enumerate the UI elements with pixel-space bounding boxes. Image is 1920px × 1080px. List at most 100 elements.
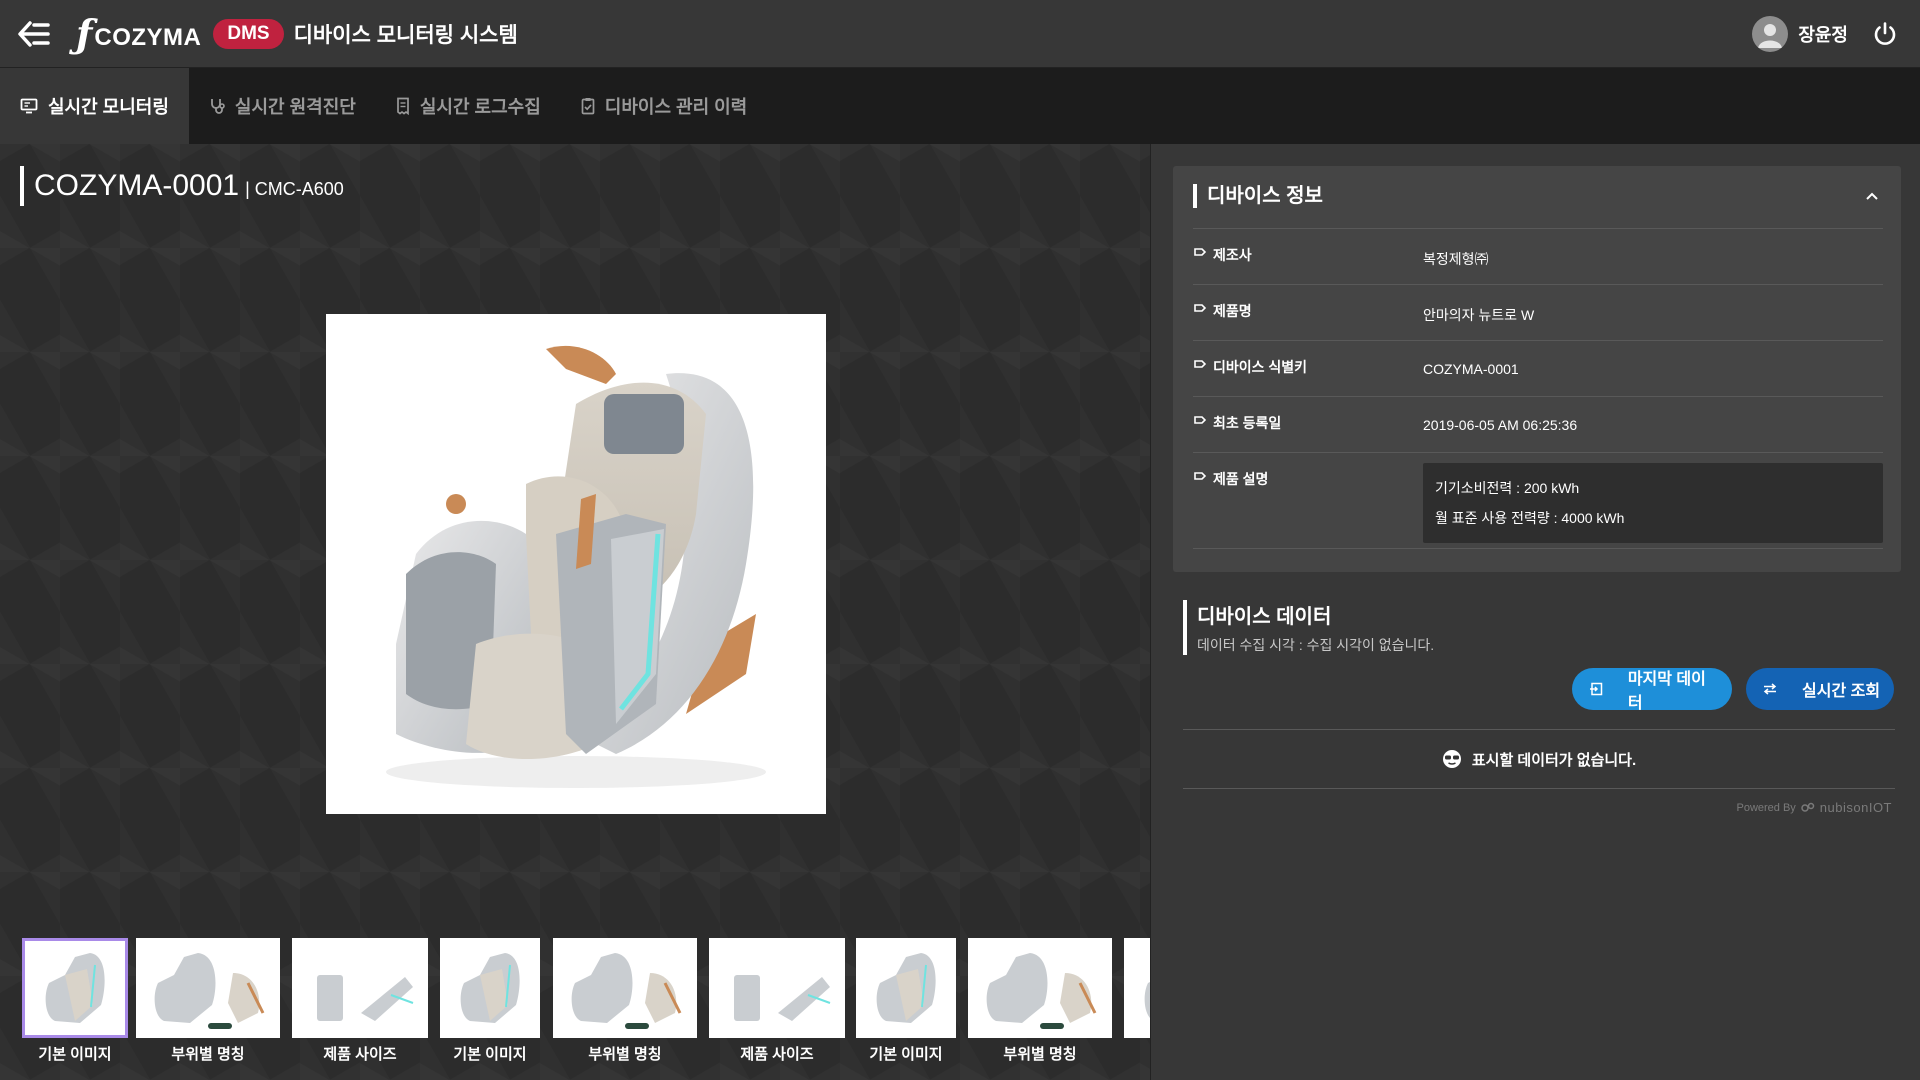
info-key-label: 제품 설명 xyxy=(1213,471,1269,487)
thumbnail-image xyxy=(22,938,128,1038)
powered-by: Powered By nubisonIOT xyxy=(1736,800,1892,815)
logo-mark-icon: ƒ xyxy=(76,10,93,56)
thumbnail-label: 부위별 명칭 xyxy=(171,1046,245,1063)
massage-chair-image xyxy=(386,345,766,788)
tab-log-collection[interactable]: 실시간 로그수집 xyxy=(376,68,561,144)
info-key-label: 디바이스 식별키 xyxy=(1213,359,1308,375)
data-action-buttons: 마지막 데이터 실시간 조회 xyxy=(1572,668,1894,712)
tab-device-history[interactable]: 디바이스 관리 이력 xyxy=(561,68,767,144)
info-key: 제품명 xyxy=(1193,285,1423,340)
info-key: 디바이스 식별키 xyxy=(1193,341,1423,396)
sunglasses-face-icon xyxy=(1442,750,1461,768)
tab-label: 디바이스 관리 이력 xyxy=(604,97,748,117)
import-icon xyxy=(1582,675,1610,703)
chevron-up-icon[interactable] xyxy=(1861,186,1883,208)
thumbnail-item[interactable]: 부위별 명칭 xyxy=(553,938,697,1064)
user-menu[interactable]: 장윤정 xyxy=(1752,16,1848,52)
thumbnail-item[interactable]: 제품 사이즈 xyxy=(292,938,428,1064)
tag-icon xyxy=(1194,416,1207,424)
main-product-image xyxy=(326,314,826,814)
swap-arrows-icon xyxy=(1756,675,1784,703)
tag-icon xyxy=(1194,304,1207,312)
thumbnail-item[interactable]: 부위별 명칭 xyxy=(136,938,280,1064)
info-key: 제조사 xyxy=(1193,229,1423,284)
receipt-icon xyxy=(396,97,409,115)
thumbnail-item[interactable]: 부위별 명칭 xyxy=(968,938,1112,1064)
info-row-device-key: 디바이스 식별키 COZYMA-0001 xyxy=(1193,341,1883,397)
description-line: 월 표준 사용 전력량 : 4000 kWh xyxy=(1435,510,1625,526)
user-name: 장윤정 xyxy=(1798,25,1848,45)
thumbnail-label: 기본 이미지 xyxy=(38,1046,112,1063)
device-id: COZYMA-0001 xyxy=(34,169,240,202)
description-line: 기기소비전력 : 200 kWh xyxy=(1435,480,1580,496)
info-row-registered-date: 최초 등록일 2019-06-05 AM 06:25:36 xyxy=(1193,397,1883,453)
device-info-card: 디바이스 정보 제조사 복정제형㈜ 제품명 안마의자 뉴트로 W 디바이스 식별… xyxy=(1173,166,1901,572)
collection-time-text: 데이터 수집 시각 : 수집 시각이 없습니다. xyxy=(1197,637,1435,653)
info-key-label: 최초 등록일 xyxy=(1213,415,1282,431)
thumbnail-label: 부위별 명칭 xyxy=(588,1046,662,1063)
device-heading: COZYMA-0001 | CMC-A600 xyxy=(20,166,344,206)
thumbnail-image xyxy=(292,938,428,1038)
description-box: 기기소비전력 : 200 kWh 월 표준 사용 전력량 : 4000 kWh xyxy=(1423,463,1883,543)
monitor-icon xyxy=(20,98,38,114)
tab-remote-diagnosis[interactable]: 실시간 원격진단 xyxy=(189,68,376,144)
last-data-label: 마지막 데이터 xyxy=(1627,671,1706,712)
top-bar: ƒ COZYMA DMS 디바이스 모니터링 시스템 장윤정 xyxy=(0,0,1920,68)
tab-realtime-monitoring[interactable]: 실시간 모니터링 xyxy=(0,68,189,144)
last-data-button[interactable]: 마지막 데이터 xyxy=(1572,668,1732,712)
tag-icon xyxy=(1194,472,1207,480)
tab-bar: 실시간 모니터링 실시간 원격진단 실시간 로그수집 디바이스 관리 이력 xyxy=(0,68,1920,144)
thumbnail-item[interactable]: 제품 사이즈 xyxy=(709,938,845,1064)
thumbnail-image xyxy=(440,938,540,1038)
device-info-table: 제조사 복정제형㈜ 제품명 안마의자 뉴트로 W 디바이스 식별키 COZYMA… xyxy=(1193,228,1883,549)
nubison-logo-icon xyxy=(1801,802,1815,812)
tag-icon xyxy=(1194,248,1207,256)
thumbnail-label: 부위별 명칭 xyxy=(1003,1046,1077,1063)
info-row-manufacturer: 제조사 복정제형㈜ xyxy=(1193,229,1883,285)
thumbnail-label: 기본 이미지 xyxy=(869,1046,943,1063)
app-title: 디바이스 모니터링 시스템 xyxy=(293,23,518,47)
tab-label: 실시간 모니터링 xyxy=(48,97,169,117)
avatar-icon xyxy=(1752,16,1789,52)
thumbnail-image xyxy=(856,938,956,1038)
device-view-panel: COZYMA-0001 | CMC-A600 기본 이미지 부위별 명칭 제품 … xyxy=(0,144,1150,1080)
clipboard-check-icon xyxy=(581,98,595,115)
thumbnail-image xyxy=(1124,938,1150,1038)
thumbnail-image xyxy=(709,938,845,1038)
power-icon[interactable] xyxy=(1868,17,1902,51)
no-data-text: 표시할 데이터가 없습니다. xyxy=(1471,751,1637,769)
thumbnail-item-partial[interactable] xyxy=(1124,938,1150,1038)
thumbnail-label: 제품 사이즈 xyxy=(323,1046,397,1063)
realtime-query-label: 실시간 조회 xyxy=(1802,683,1881,700)
empty-state: 표시할 데이터가 없습니다. xyxy=(1183,729,1895,789)
dms-badge: DMS xyxy=(213,18,284,49)
device-data-heading: 디바이스 데이터 데이터 수집 시각 : 수집 시각이 없습니다. xyxy=(1183,600,1434,655)
powered-by-brand: nubisonIOT xyxy=(1819,800,1892,815)
thumbnail-image xyxy=(136,938,280,1038)
logo-text: COZYMA xyxy=(94,23,202,51)
back-arrow-icon[interactable] xyxy=(0,0,68,68)
device-data-title: 디바이스 데이터 xyxy=(1197,606,1332,628)
info-value: 복정제형㈜ xyxy=(1423,251,1489,267)
info-row-description: 제품 설명 기기소비전력 : 200 kWh 월 표준 사용 전력량 : 400… xyxy=(1193,453,1883,549)
tab-label: 실시간 로그수집 xyxy=(419,97,541,117)
thumbnail-label: 기본 이미지 xyxy=(453,1046,527,1063)
thumbnail-item[interactable]: 기본 이미지 xyxy=(440,938,540,1064)
cozyma-logo[interactable]: ƒ COZYMA xyxy=(76,10,202,56)
info-row-product-name: 제품명 안마의자 뉴트로 W xyxy=(1193,285,1883,341)
device-model: | CMC-A600 xyxy=(245,178,344,199)
info-key: 제품 설명 xyxy=(1193,453,1423,548)
stethoscope-icon xyxy=(211,99,225,114)
thumbnail-image xyxy=(553,938,697,1038)
device-info-title: 디바이스 정보 xyxy=(1193,184,1323,208)
thumbnail-strip[interactable]: 기본 이미지 부위별 명칭 제품 사이즈 기본 이미지 부위별 명칭 제품 사이… xyxy=(22,938,1150,1080)
thumbnail-item[interactable]: 기본 이미지 xyxy=(856,938,956,1064)
info-value: COZYMA-0001 xyxy=(1423,361,1519,377)
tag-icon xyxy=(1194,360,1207,368)
powered-by-text: Powered By xyxy=(1736,801,1796,814)
info-value: 안마의자 뉴트로 W xyxy=(1423,307,1535,323)
thumbnail-item[interactable]: 기본 이미지 xyxy=(22,938,128,1064)
info-panel: 디바이스 정보 제조사 복정제형㈜ 제품명 안마의자 뉴트로 W 디바이스 식별… xyxy=(1150,144,1920,1080)
thumbnail-image xyxy=(968,938,1112,1038)
realtime-query-button[interactable]: 실시간 조회 xyxy=(1746,668,1894,710)
